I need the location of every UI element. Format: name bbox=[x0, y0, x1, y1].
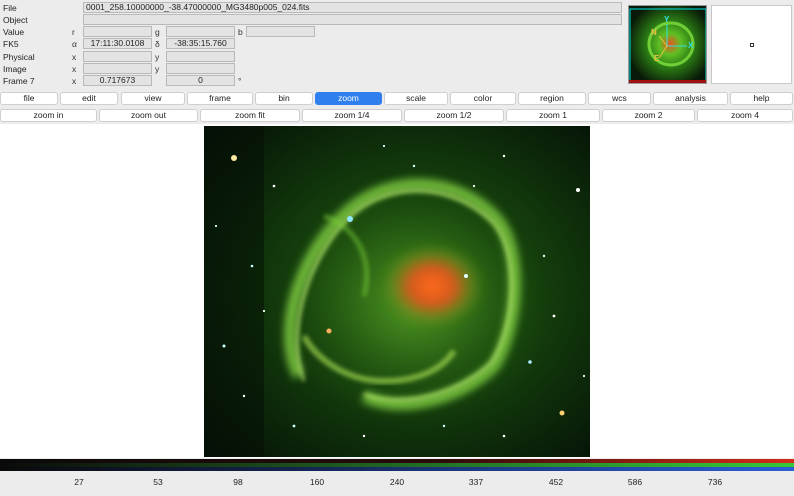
file-row: File 0001_258.10000000_-38.47000000_MG34… bbox=[0, 2, 626, 14]
image-y-field[interactable] bbox=[166, 63, 235, 74]
menu-region-button[interactable]: region bbox=[518, 92, 586, 105]
magnifier-cursor-box bbox=[750, 43, 754, 47]
physical-y-field[interactable] bbox=[166, 51, 235, 62]
colorbar-tick: 27 bbox=[74, 477, 84, 487]
colorbar-tick: 240 bbox=[389, 477, 405, 487]
menu-zoom-button[interactable]: zoom bbox=[315, 92, 382, 105]
menu-analysis-button[interactable]: analysis bbox=[653, 92, 728, 105]
menu-help-button[interactable]: help bbox=[730, 92, 793, 105]
menu-file-button[interactable]: file bbox=[0, 92, 58, 105]
panner-east-label: E bbox=[654, 54, 660, 63]
physical-y-label: y bbox=[155, 52, 160, 62]
value-row: Value r g b bbox=[0, 26, 626, 38]
object-row: Object bbox=[0, 14, 626, 26]
zoom-fit-button[interactable]: zoom fit bbox=[200, 109, 300, 122]
panner-north-label: N bbox=[651, 28, 657, 37]
g-label: g bbox=[155, 27, 160, 37]
colorbar-ticks: 27 53 98 160 240 337 452 586 736 bbox=[0, 472, 794, 496]
object-field[interactable] bbox=[83, 14, 622, 25]
colorbar-tick: 586 bbox=[627, 477, 643, 487]
file-field[interactable]: 0001_258.10000000_-38.47000000_MG3480p00… bbox=[83, 2, 622, 13]
menu-frame-button[interactable]: frame bbox=[187, 92, 253, 105]
zoom-half-button[interactable]: zoom 1/2 bbox=[404, 109, 504, 122]
colorbar[interactable] bbox=[0, 459, 794, 471]
panner-x-label: X bbox=[688, 41, 694, 50]
g-value-field[interactable] bbox=[166, 26, 235, 37]
file-label: File bbox=[3, 3, 17, 13]
image-x-label: x bbox=[72, 64, 77, 74]
physical-x-label: x bbox=[72, 52, 77, 62]
fits-image[interactable] bbox=[204, 126, 590, 457]
info-panel: File 0001_258.10000000_-38.47000000_MG34… bbox=[0, 0, 626, 90]
r-value-field[interactable] bbox=[83, 26, 152, 37]
image-y-label: y bbox=[155, 64, 160, 74]
menu-color-button[interactable]: color bbox=[450, 92, 516, 105]
frame-label: Frame 7 bbox=[3, 76, 35, 86]
panner-thumbnail[interactable]: N E X Y bbox=[628, 5, 707, 84]
delta-field[interactable]: -38:35:15.760 bbox=[166, 38, 235, 49]
menu-bin-button[interactable]: bin bbox=[255, 92, 313, 105]
delta-label: δ bbox=[155, 39, 160, 49]
alpha-label: α bbox=[72, 39, 77, 49]
r-label: r bbox=[72, 27, 75, 37]
image-canvas[interactable] bbox=[0, 124, 794, 458]
frame-row: Frame 7 x 0.717673 0 ° bbox=[0, 75, 626, 87]
frame-zoom-field[interactable]: 0.717673 bbox=[83, 75, 152, 86]
menu-wcs-button[interactable]: wcs bbox=[588, 92, 651, 105]
colorbar-gradient bbox=[0, 459, 794, 471]
menu-scale-button[interactable]: scale bbox=[384, 92, 448, 105]
fk5-label: FK5 bbox=[3, 39, 19, 49]
nebula-image bbox=[204, 126, 590, 457]
frame-angle-unit: ° bbox=[238, 76, 242, 86]
zoom-2-button[interactable]: zoom 2 bbox=[602, 109, 695, 122]
physical-label: Physical bbox=[3, 52, 35, 62]
physical-x-field[interactable] bbox=[83, 51, 152, 62]
alpha-field[interactable]: 17:11:30.0108 bbox=[83, 38, 152, 49]
zoom-1-button[interactable]: zoom 1 bbox=[506, 109, 600, 122]
colorbar-tick: 452 bbox=[548, 477, 564, 487]
zoom-out-button[interactable]: zoom out bbox=[99, 109, 198, 122]
zoom-in-button[interactable]: zoom in bbox=[0, 109, 97, 122]
magnifier bbox=[711, 5, 792, 84]
colorbar-tick: 337 bbox=[468, 477, 484, 487]
zoom-quarter-button[interactable]: zoom 1/4 bbox=[302, 109, 402, 122]
fk5-row: FK5 α 17:11:30.0108 δ -38:35:15.760 bbox=[0, 38, 626, 50]
b-label: b bbox=[238, 27, 243, 37]
zoom-button-bar: zoom in zoom out zoom fit zoom 1/4 zoom … bbox=[0, 109, 794, 123]
menu-edit-button[interactable]: edit bbox=[60, 92, 118, 105]
menu-view-button[interactable]: view bbox=[121, 92, 185, 105]
image-row: Image x y bbox=[0, 63, 626, 75]
value-label: Value bbox=[3, 27, 25, 37]
image-x-field[interactable] bbox=[83, 63, 152, 74]
image-label: Image bbox=[3, 64, 27, 74]
colorbar-tick: 736 bbox=[707, 477, 723, 487]
b-value-field[interactable] bbox=[246, 26, 315, 37]
colorbar-tick: 98 bbox=[233, 477, 243, 487]
ds9-window: File 0001_258.10000000_-38.47000000_MG34… bbox=[0, 0, 794, 496]
menu-button-bar: file edit view frame bin zoom scale colo… bbox=[0, 92, 794, 106]
colorbar-tick: 160 bbox=[309, 477, 325, 487]
colorbar-tick: 53 bbox=[153, 477, 163, 487]
frame-x-label: x bbox=[72, 76, 77, 86]
physical-row: Physical x y bbox=[0, 51, 626, 63]
frame-angle-field[interactable]: 0 bbox=[166, 75, 235, 86]
object-label: Object bbox=[3, 15, 28, 25]
zoom-4-button[interactable]: zoom 4 bbox=[697, 109, 793, 122]
panner-y-label: Y bbox=[664, 15, 670, 24]
